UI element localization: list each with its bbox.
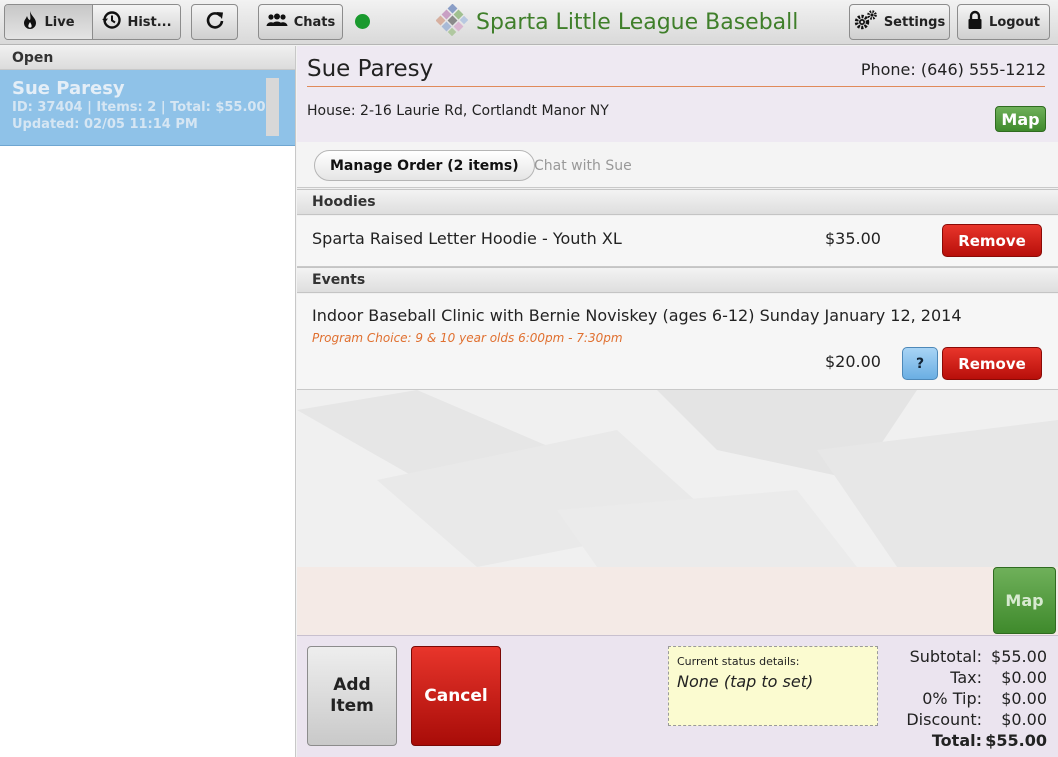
order-updated-time: Updated: 02/05 11:14 PM xyxy=(12,117,198,132)
live-history-toggle: Live Hist... xyxy=(4,4,181,40)
logout-label: Logout xyxy=(989,14,1040,30)
order-list-item[interactable]: Sue Paresy ID: 37404 | Items: 2 | Total:… xyxy=(0,70,295,146)
remove-button[interactable]: Remove xyxy=(942,347,1042,380)
order-tabs: Manage Order (2 items) Chat with Sue xyxy=(297,142,1058,188)
tip-value: $0.00 xyxy=(1001,689,1047,708)
tip-label: 0% Tip: xyxy=(922,689,982,708)
item-info-button[interactable]: ? xyxy=(902,347,938,380)
map-button-secondary[interactable]: Map xyxy=(993,567,1056,634)
tip-row[interactable]: 0% Tip: $0.00 xyxy=(887,688,1047,709)
divider xyxy=(307,86,1045,87)
cancel-order-button[interactable]: Cancel xyxy=(411,646,501,746)
tax-value: $0.00 xyxy=(1001,668,1047,687)
order-summary: ID: 37404 | Items: 2 | Total: $55.00 xyxy=(12,100,266,115)
status-value: None (tap to set) xyxy=(677,672,814,691)
refresh-icon xyxy=(205,10,225,34)
map-button[interactable]: Map xyxy=(995,106,1046,132)
orders-sidebar: Open Sue Paresy ID: 37404 | Items: 2 | T… xyxy=(0,46,296,757)
add-item-label: Add xyxy=(333,675,371,695)
settings-button[interactable]: Settings xyxy=(849,4,950,40)
item-option: Program Choice: 9 & 10 year olds 6:00pm … xyxy=(312,331,623,345)
chats-label: Chats xyxy=(293,14,336,30)
item-price: $20.00 xyxy=(825,352,881,371)
subtotal-label: Subtotal: xyxy=(909,647,982,666)
chats-button[interactable]: Chats xyxy=(258,4,343,40)
discount-value: $0.00 xyxy=(1001,710,1047,729)
logout-button[interactable]: Logout xyxy=(957,4,1050,40)
tax-row: Tax: $0.00 xyxy=(887,667,1047,688)
brand: Sparta Little League Baseball xyxy=(435,3,799,40)
customer-address: House: 2-16 Laurie Rd, Cortlandt Manor N… xyxy=(307,103,609,119)
total-value: $55.00 xyxy=(985,731,1047,750)
discount-label: Discount: xyxy=(906,710,982,729)
tab-manage-order[interactable]: Manage Order (2 items) xyxy=(314,150,535,181)
subtotal-value: $55.00 xyxy=(991,647,1047,666)
customer-phone: Phone: (646) 555-1212 xyxy=(860,60,1046,79)
status-details-box[interactable]: Current status details: None (tap to set… xyxy=(668,646,878,726)
settings-label: Settings xyxy=(883,14,946,30)
item-name: Sparta Raised Letter Hoodie - Youth XL xyxy=(312,229,622,248)
online-status-indicator xyxy=(355,14,370,29)
customer-header: Sue Paresy Phone: (646) 555-1212 House: … xyxy=(297,46,1058,142)
live-button[interactable]: Live xyxy=(5,5,93,39)
order-detail-panel: Sue Paresy Phone: (646) 555-1212 House: … xyxy=(297,46,1058,757)
refresh-button[interactable] xyxy=(191,4,238,40)
live-label: Live xyxy=(44,14,75,30)
order-totals: Subtotal: $55.00 Tax: $0.00 0% Tip: $0.0… xyxy=(887,646,1047,751)
remove-button[interactable]: Remove xyxy=(942,224,1042,257)
order-line-item: Indoor Baseball Clinic with Bernie Novis… xyxy=(297,294,1058,390)
tab-chat[interactable]: Chat with Sue xyxy=(519,150,647,181)
history-label: Hist... xyxy=(127,14,172,30)
item-name: Indoor Baseball Clinic with Bernie Novis… xyxy=(312,306,962,325)
section-header-hoodies: Hoodies xyxy=(297,189,1058,215)
history-button[interactable]: Hist... xyxy=(93,5,180,39)
scrollbar[interactable] xyxy=(266,78,279,136)
add-item-button[interactable]: Add Item xyxy=(307,646,397,746)
history-icon xyxy=(101,10,122,34)
total-row: Total: $55.00 xyxy=(887,730,1047,751)
section-header-events: Events xyxy=(297,267,1058,293)
total-label: Total: xyxy=(931,731,982,750)
order-customer-name: Sue Paresy xyxy=(12,78,125,99)
background-pattern xyxy=(297,390,1058,567)
order-footer: Add Item Cancel Current status details: … xyxy=(297,635,1058,757)
gear-icon xyxy=(854,10,878,34)
subtotal-row: Subtotal: $55.00 xyxy=(887,646,1047,667)
sparta-logo-icon xyxy=(435,3,469,40)
order-list-background xyxy=(297,390,1058,567)
map-strip xyxy=(297,567,1058,635)
people-icon xyxy=(266,13,288,31)
brand-title: Sparta Little League Baseball xyxy=(476,9,799,35)
top-bar: Live Hist... Chats Sparta Little League … xyxy=(0,0,1058,45)
order-line-item: Sparta Raised Letter Hoodie - Youth XL $… xyxy=(297,216,1058,267)
item-price: $35.00 xyxy=(825,229,881,248)
open-orders-header: Open xyxy=(0,46,295,70)
status-label: Current status details: xyxy=(677,655,800,668)
tax-label: Tax: xyxy=(950,668,982,687)
fire-icon xyxy=(22,10,38,34)
discount-row[interactable]: Discount: $0.00 xyxy=(887,709,1047,730)
customer-name: Sue Paresy xyxy=(307,56,434,82)
lock-icon xyxy=(967,10,983,34)
add-item-label-2: Item xyxy=(330,696,374,716)
